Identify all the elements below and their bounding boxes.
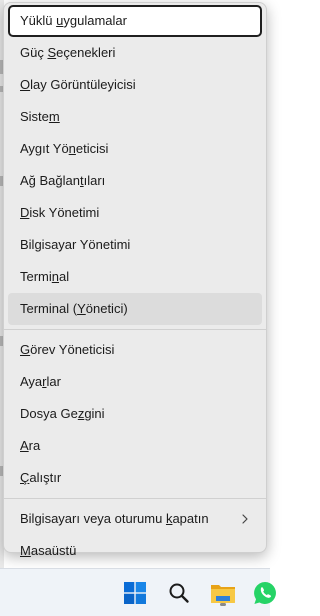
file-explorer-icon[interactable] [207, 577, 239, 609]
label-text: asaüstü [30, 543, 77, 558]
menu-item-label: Masaüstü [20, 543, 76, 558]
access-key: S [47, 45, 57, 60]
label-text: Termi [20, 269, 52, 284]
menu-item-label: Ağ Bağlantıları [20, 173, 105, 188]
label-text: örev Yöneticisi [30, 342, 115, 357]
menu-item-label: Çalıştır [20, 470, 61, 485]
menu-item[interactable]: Aygıt Yöneticisi [8, 133, 262, 165]
menu-item[interactable]: Yüklü uygulamalar [8, 5, 262, 37]
access-key: Y [77, 301, 86, 316]
label-text: alıştır [29, 470, 62, 485]
label-text: Yüklü [20, 13, 57, 28]
label-text: lay Görüntüleyicisi [30, 77, 136, 92]
menu-item-label: Terminal [20, 269, 69, 284]
menu-item[interactable]: Ara [8, 430, 262, 462]
menu-item-label: Terminal (Yönetici) [20, 301, 128, 316]
label-text: Aya [20, 374, 43, 389]
access-key: O [20, 77, 31, 92]
access-key: n [51, 269, 60, 284]
access-key: G [20, 342, 31, 357]
label-text: Bilgisayar Yönetimi [20, 237, 131, 252]
menu-group: Yüklü uygulamalar Güç Seçenekleri Olay Gör… [8, 5, 262, 325]
menu-item-label: Aygıt Yöneticisi [20, 141, 108, 156]
chevron-right-icon [240, 503, 250, 535]
menu-separator [4, 498, 266, 499]
menu-item-label: Disk Yönetimi [20, 205, 99, 220]
menu-item-label: Ayarlar [20, 374, 61, 389]
windows-start-icon[interactable] [119, 577, 151, 609]
menu-item[interactable]: Masaüstü [8, 535, 262, 567]
menu-item-label: Bilgisayarı veya oturumu kapatın [20, 511, 209, 526]
label-text: ıları [83, 173, 106, 188]
menu-item-label: Bilgisayar Yönetimi [20, 237, 130, 252]
access-key: Ç [20, 470, 30, 485]
menu-separator [4, 329, 266, 330]
label-text: eçenekleri [56, 45, 116, 60]
menu-item-label: Yüklü uygulamalar [20, 13, 127, 28]
label-text: Dosya Ge [20, 406, 78, 421]
label-text: lar [46, 374, 61, 389]
access-key: m [48, 109, 60, 124]
menu-item-label: Ara [20, 438, 40, 453]
menu-group: Görev Yöneticisi Ayarlar Dosya Gezgini Ara Ç… [8, 334, 262, 494]
label-text: Bilgisayarı veya oturumu [20, 511, 166, 526]
menu-group: Bilgisayarı veya oturumu kapatın Masaüstü [8, 503, 262, 567]
menu-item-label: Görev Yöneticisi [20, 342, 114, 357]
menu-item-label: Sistem [20, 109, 60, 124]
access-key: D [20, 205, 30, 220]
menu-item-label: Güç Seçenekleri [20, 45, 115, 60]
label-text: Ağ Bağlan [20, 173, 80, 188]
label-text: Güç [20, 45, 48, 60]
menu-item[interactable]: Bilgisayar Yönetimi [8, 229, 262, 261]
label-text: önetici) [85, 301, 128, 316]
search-icon[interactable] [163, 577, 195, 609]
label-text: Terminal ( [20, 301, 78, 316]
access-key: M [20, 543, 31, 558]
power-user-context-menu: Yüklü uygulamalar Güç Seçenekleri Olay Gör… [3, 2, 267, 558]
menu-item[interactable]: Ağ Bağlantıları [8, 165, 262, 197]
taskbar [0, 568, 276, 616]
label-text: eticisi [75, 141, 109, 156]
menu-item[interactable]: Çalıştır [8, 462, 262, 494]
label-text: Siste [20, 109, 49, 124]
menu-item[interactable]: Terminal [8, 261, 262, 293]
menu-item[interactable]: Sistem [8, 101, 262, 133]
menu-item[interactable]: Olay Görüntüleyicisi [8, 69, 262, 101]
menu-item-label: Dosya Gezgini [20, 406, 105, 421]
label-text: al [59, 269, 70, 284]
label-text: Aygıt Yö [20, 141, 69, 156]
menu-item[interactable]: Disk Yönetimi [8, 197, 262, 229]
running-indicator [220, 603, 226, 606]
label-text: apatın [172, 511, 209, 526]
menu-item[interactable]: Terminal (Yönetici) [8, 293, 262, 325]
menu-item-label: Olay Görüntüleyicisi [20, 77, 136, 92]
menu-item[interactable]: Bilgisayarı veya oturumu kapatın [8, 503, 262, 535]
label-text: ygulamalar [63, 13, 127, 28]
menu-item[interactable]: Güç Seçenekleri [8, 37, 262, 69]
label-text: gini [84, 406, 105, 421]
label-text: isk Yönetimi [29, 205, 100, 220]
whatsapp-icon[interactable] [249, 577, 281, 609]
access-key: n [68, 141, 76, 156]
menu-item[interactable]: Ayarlar [8, 366, 262, 398]
menu-item[interactable]: Dosya Gezgini [8, 398, 262, 430]
menu-item[interactable]: Görev Yöneticisi [8, 334, 262, 366]
label-text: ra [28, 438, 41, 453]
access-key: A [20, 438, 29, 453]
